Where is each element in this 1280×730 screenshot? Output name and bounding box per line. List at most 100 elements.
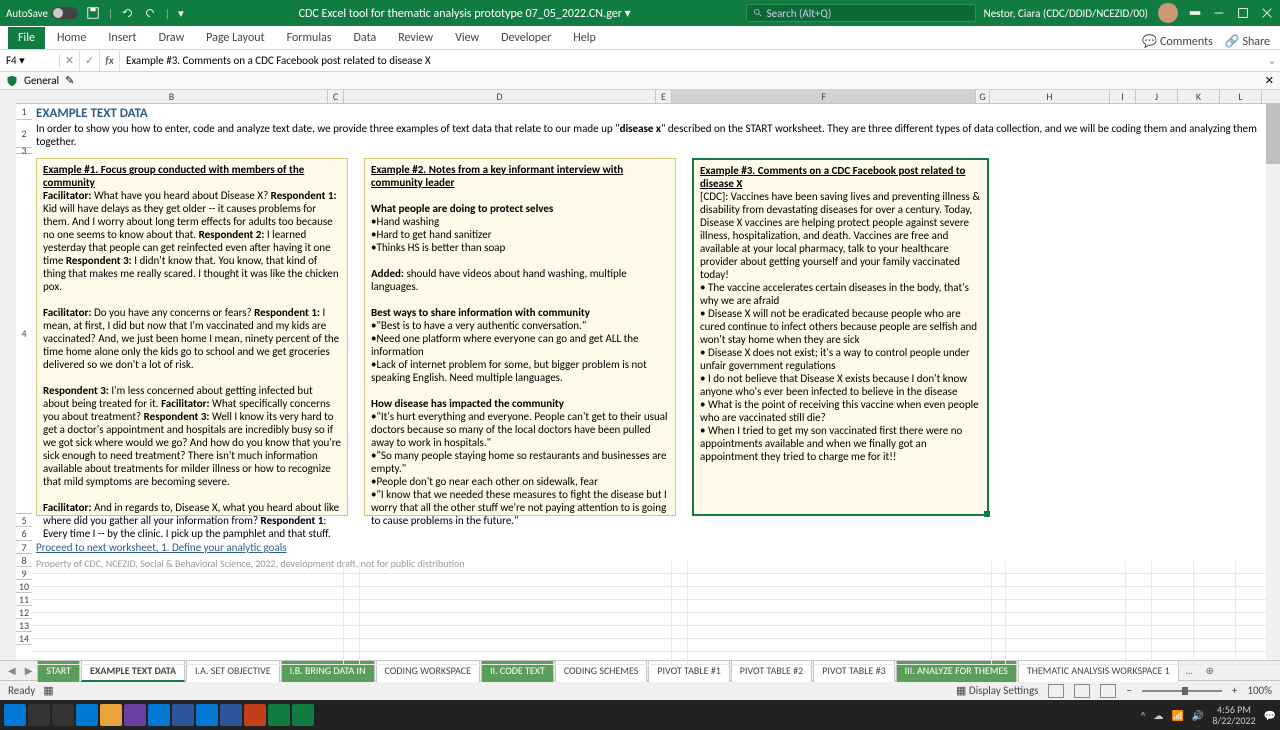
formula-bar: F4 ▾ ✕ ✓ fx Example #3. Comments on a CD… — [0, 50, 1280, 72]
maximize-icon[interactable] — [1236, 6, 1250, 20]
ribbon-tab-data[interactable]: Data — [344, 27, 387, 49]
column-header[interactable]: G — [976, 90, 990, 103]
fx-icon[interactable]: fx — [100, 50, 120, 71]
example-2-cell[interactable]: Example #2. Notes from a key informant i… — [364, 158, 676, 516]
tab-scroll-left-icon[interactable]: ◀ — [4, 664, 20, 677]
ribbon-tab-draw[interactable]: Draw — [149, 27, 195, 49]
column-header[interactable]: E — [656, 90, 672, 103]
tab-scroll-right-icon[interactable]: ▶ — [21, 664, 37, 677]
row-header[interactable]: 9 — [16, 567, 32, 580]
save-icon[interactable] — [86, 6, 100, 20]
column-header[interactable]: F — [672, 90, 976, 103]
row-header[interactable]: 11 — [16, 593, 32, 606]
ribbon-tab-insert[interactable]: Insert — [98, 27, 146, 49]
redo-icon[interactable] — [143, 6, 157, 20]
clock[interactable]: 4:56 PM 8/22/2022 — [1212, 704, 1255, 726]
taskbar: ^ ☁ 📶 🔊 4:56 PM 8/22/2022 💬 — [0, 700, 1280, 730]
share-button[interactable]: 🔗 Share — [1225, 34, 1270, 49]
taskbar-app[interactable] — [292, 704, 314, 726]
intro-text: In order to show you how to enter, code … — [32, 120, 1280, 148]
column-header[interactable]: L — [1220, 90, 1262, 103]
undo-icon[interactable] — [121, 6, 135, 20]
taskbar-app[interactable] — [196, 704, 218, 726]
page-break-view-icon[interactable] — [1100, 684, 1116, 698]
vertical-scrollbar[interactable] — [1266, 104, 1280, 660]
document-title: CDC Excel tool for thematic analysis pro… — [192, 6, 738, 21]
taskbar-app[interactable] — [124, 704, 146, 726]
cancel-formula-icon[interactable]: ✕ — [60, 50, 80, 71]
expand-formula-icon[interactable]: ⌄ — [1264, 54, 1280, 67]
taskbar-app[interactable] — [220, 704, 242, 726]
user-name[interactable]: Nestor, Ciara (CDC/DDID/NCEZID/00) — [984, 7, 1148, 20]
zoom-in-icon[interactable]: + — [1232, 684, 1237, 697]
ribbon-tab-developer[interactable]: Developer — [491, 27, 561, 49]
row-header[interactable]: 7 — [16, 541, 32, 554]
name-box[interactable]: F4 ▾ — [0, 54, 60, 67]
close-icon[interactable] — [1260, 6, 1274, 20]
sensitivity-bar: General ✎ ✕ — [0, 72, 1280, 90]
dropdown-icon[interactable]: ▾ — [178, 7, 184, 20]
column-header[interactable]: J — [1136, 90, 1178, 103]
page-layout-view-icon[interactable] — [1074, 684, 1090, 698]
task-view-icon[interactable] — [52, 704, 74, 726]
row-header[interactable]: 8 — [16, 554, 32, 567]
ribbon-options-icon[interactable] — [1188, 6, 1202, 20]
ribbon-tab-help[interactable]: Help — [563, 27, 606, 49]
normal-view-icon[interactable] — [1048, 684, 1064, 698]
accessibility-icon[interactable]: ▦ — [43, 684, 53, 697]
enter-formula-icon[interactable]: ✓ — [80, 50, 100, 71]
column-header[interactable]: D — [344, 90, 656, 103]
column-header[interactable]: I — [1110, 90, 1136, 103]
column-header[interactable]: B — [16, 90, 328, 103]
search-icon — [753, 8, 763, 18]
row-header[interactable]: 5 — [16, 514, 32, 527]
taskbar-app[interactable] — [244, 704, 266, 726]
display-settings[interactable]: ▦ Display Settings — [956, 684, 1038, 697]
taskbar-app[interactable] — [76, 704, 98, 726]
row-header[interactable]: 10 — [16, 580, 32, 593]
comments-button[interactable]: 💬 Comments — [1142, 34, 1212, 49]
ribbon-tab-file[interactable]: File — [8, 27, 45, 49]
more-tabs-icon[interactable]: … — [1180, 664, 1199, 677]
row-header[interactable]: 13 — [16, 619, 32, 632]
taskbar-app[interactable] — [268, 704, 290, 726]
column-header[interactable]: C — [328, 90, 344, 103]
row-header[interactable]: 4 — [16, 154, 32, 514]
row-header[interactable]: 12 — [16, 606, 32, 619]
column-header[interactable]: H — [990, 90, 1110, 103]
avatar[interactable] — [1158, 3, 1178, 23]
zoom-out-icon[interactable]: − — [1126, 684, 1131, 697]
row-header[interactable]: 1 — [16, 104, 32, 120]
zoom-level[interactable]: 100% — [1247, 684, 1272, 697]
ribbon-tabs: FileHomeInsertDrawPage LayoutFormulasDat… — [0, 26, 1280, 50]
ribbon-tab-formulas[interactable]: Formulas — [277, 27, 342, 49]
row-headers: 1234567891011121314 — [16, 104, 32, 645]
row-header[interactable]: 6 — [16, 527, 32, 541]
autosave-toggle[interactable]: AutoSave — [6, 7, 78, 20]
sensitivity-label[interactable]: General — [24, 74, 59, 87]
status-bar: Ready ▦ ▦ Display Settings − + 100% — [0, 680, 1280, 700]
minimize-icon[interactable] — [1212, 6, 1226, 20]
proceed-link[interactable]: Proceed to next worksheet, 1. Define you… — [32, 539, 1280, 556]
ribbon-tab-page-layout[interactable]: Page Layout — [196, 27, 274, 49]
start-button[interactable] — [4, 704, 26, 726]
search-box[interactable]: Search (Alt+Q) — [746, 4, 976, 22]
ribbon-tab-view[interactable]: View — [445, 27, 489, 49]
example-3-cell[interactable]: Example #3. Comments on a CDC Facebook p… — [692, 158, 989, 516]
pencil-icon[interactable]: ✎ — [65, 74, 74, 87]
spreadsheet-grid: BCDEFGHIJKL 1234567891011121314 EXAMPLE … — [0, 90, 1280, 660]
title-bar: AutoSave | | ▾ CDC Excel tool for themat… — [0, 0, 1280, 26]
example-1-cell[interactable]: Example #1. Focus group conducted with m… — [36, 158, 348, 516]
formula-input[interactable]: Example #3. Comments on a CDC Facebook p… — [120, 54, 1264, 67]
add-sheet-icon[interactable]: ⊕ — [1200, 664, 1220, 677]
search-taskbar-icon[interactable] — [28, 704, 50, 726]
taskbar-app[interactable] — [172, 704, 194, 726]
zoom-slider[interactable] — [1142, 690, 1222, 692]
taskbar-app[interactable] — [100, 704, 122, 726]
close-sensitivity-icon[interactable]: ✕ — [1265, 74, 1274, 87]
ribbon-tab-review[interactable]: Review — [388, 27, 443, 49]
column-header[interactable]: K — [1178, 90, 1220, 103]
ribbon-tab-home[interactable]: Home — [47, 27, 96, 49]
taskbar-app[interactable] — [148, 704, 170, 726]
row-header[interactable]: 14 — [16, 632, 32, 645]
